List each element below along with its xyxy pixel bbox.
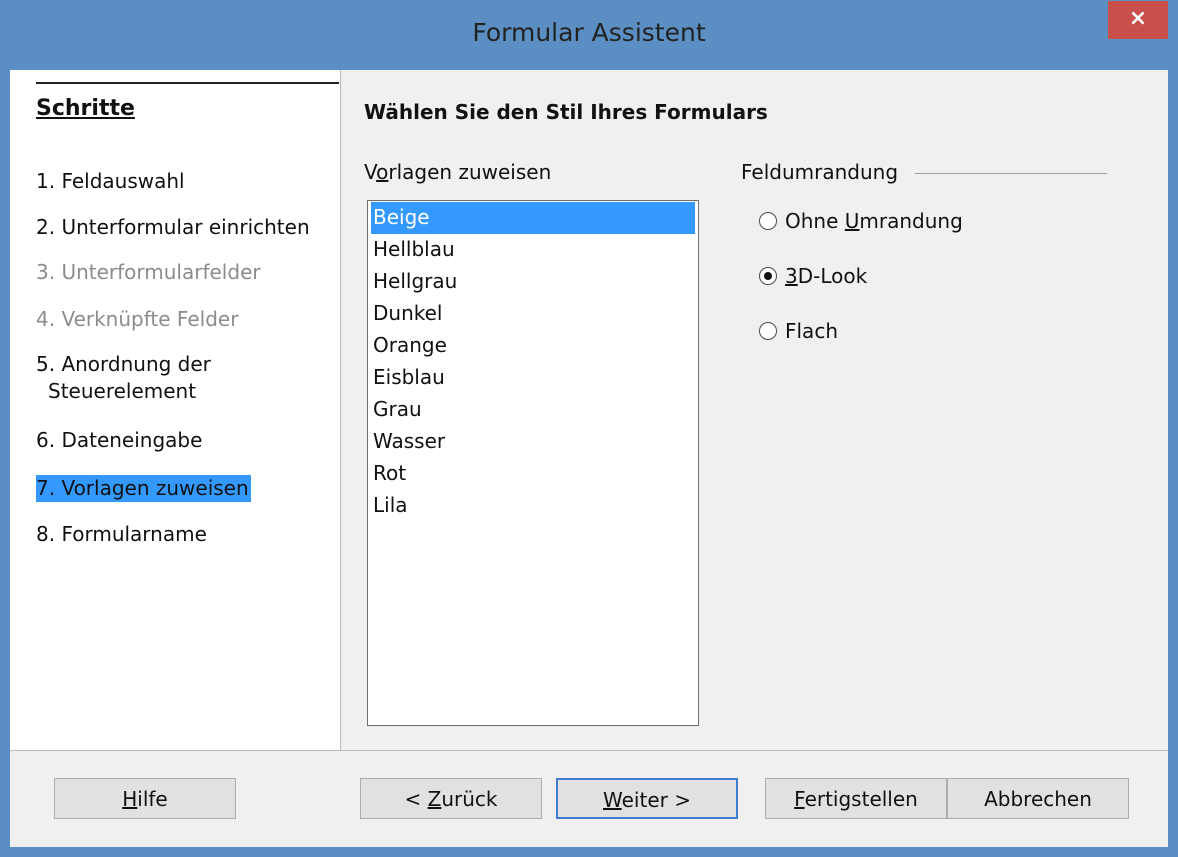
templates-label-pre: V (364, 160, 377, 184)
steps-panel: Schritte 1. Feldauswahl 2. Unterformular… (10, 70, 341, 750)
step-control-arrangement-line2: Steuerelement (48, 379, 197, 403)
back-mnemonic: Z (427, 787, 442, 811)
button-bar-divider (10, 750, 1168, 751)
cancel-button[interactable]: Abbrechen (947, 778, 1129, 819)
radio-flat[interactable]: Flach (759, 316, 838, 346)
step-apply-styles[interactable]: 7. Vorlagen zuweisen (36, 475, 251, 502)
dialog-window: Formular Assistent × Schritte 1. Feldaus… (0, 0, 1178, 857)
list-item[interactable]: Hellblau (371, 234, 695, 266)
templates-label: Vorlagen zuweisen (364, 160, 551, 184)
radio-label-post: mrandung (859, 209, 963, 233)
help-label: ilfe (137, 787, 168, 811)
radio-3d-look[interactable]: 3D-Look (759, 261, 867, 291)
templates-listbox[interactable]: Beige Hellblau Hellgrau Dunkel Orange Ei… (367, 200, 699, 726)
radio-label-mnemonic: U (844, 209, 860, 233)
templates-label-mnemonic: o (376, 160, 389, 184)
page-heading: Wählen Sie den Stil Ihres Formulars (364, 100, 768, 124)
back-button[interactable]: < Zurück (360, 778, 542, 819)
list-item[interactable]: Rot (371, 458, 695, 490)
finish-button[interactable]: Fertigstellen (765, 778, 947, 819)
back-pre: < (404, 787, 428, 811)
steps-divider (36, 82, 339, 84)
step-data-entry[interactable]: 6. Dateneingabe (36, 427, 202, 454)
radio-flat-label: Flach (785, 319, 838, 343)
finish-mnemonic: F (794, 787, 805, 811)
dialog-body: Schritte 1. Feldauswahl 2. Unterformular… (10, 70, 1168, 847)
step-control-arrangement-line1: 5. Anordnung der (36, 352, 211, 376)
list-item[interactable]: Beige (371, 202, 695, 234)
list-item[interactable]: Grau (371, 394, 695, 426)
radio-button-no-border[interactable] (759, 212, 777, 230)
radio-3d-look-label: 3D-Look (785, 264, 867, 288)
step-subform-fields: 3. Unterformularfelder (36, 260, 261, 284)
help-button[interactable]: Hilfe (54, 778, 236, 819)
step-form-name[interactable]: 8. Formularname (36, 521, 207, 548)
back-label: urück (441, 787, 498, 811)
next-label: eiter > (621, 788, 691, 812)
border-group-label: Feldumrandung (741, 160, 899, 184)
list-item[interactable]: Hellgrau (371, 266, 695, 298)
finish-label: ertigstellen (804, 787, 918, 811)
list-item[interactable]: Lila (371, 490, 695, 522)
list-item[interactable]: Orange (371, 330, 695, 362)
next-button[interactable]: Weiter > (556, 778, 738, 819)
steps-title: Schritte (36, 96, 135, 121)
list-item[interactable]: Eisblau (371, 362, 695, 394)
list-item[interactable]: Wasser (371, 426, 695, 458)
radio-no-border-label: Ohne Umrandung (785, 209, 963, 233)
step-subform-setup[interactable]: 2. Unterformular einrichten (36, 214, 310, 241)
step-linked-fields: 4. Verknüpfte Felder (36, 307, 239, 331)
radio-button-3d-look[interactable] (759, 267, 777, 285)
radio-label-mnemonic: 3 (785, 264, 798, 288)
step-field-selection[interactable]: 1. Feldauswahl (36, 168, 185, 195)
title-bar[interactable]: Formular Assistent × (0, 0, 1178, 70)
window-title: Formular Assistent (472, 18, 706, 47)
step-control-arrangement[interactable]: 5. Anordnung der Steuerelement (36, 351, 211, 405)
close-button[interactable]: × (1108, 1, 1168, 39)
close-icon: × (1128, 6, 1148, 31)
radio-label-pre: Ohne (785, 209, 845, 233)
radio-button-flat[interactable] (759, 322, 777, 340)
next-mnemonic: W (603, 788, 622, 812)
list-item[interactable]: Dunkel (371, 298, 695, 330)
help-mnemonic: H (122, 787, 138, 811)
group-divider (915, 173, 1107, 174)
templates-label-post: rlagen zuweisen (388, 160, 552, 184)
radio-label-post: D-Look (797, 264, 868, 288)
radio-no-border[interactable]: Ohne Umrandung (759, 206, 963, 236)
